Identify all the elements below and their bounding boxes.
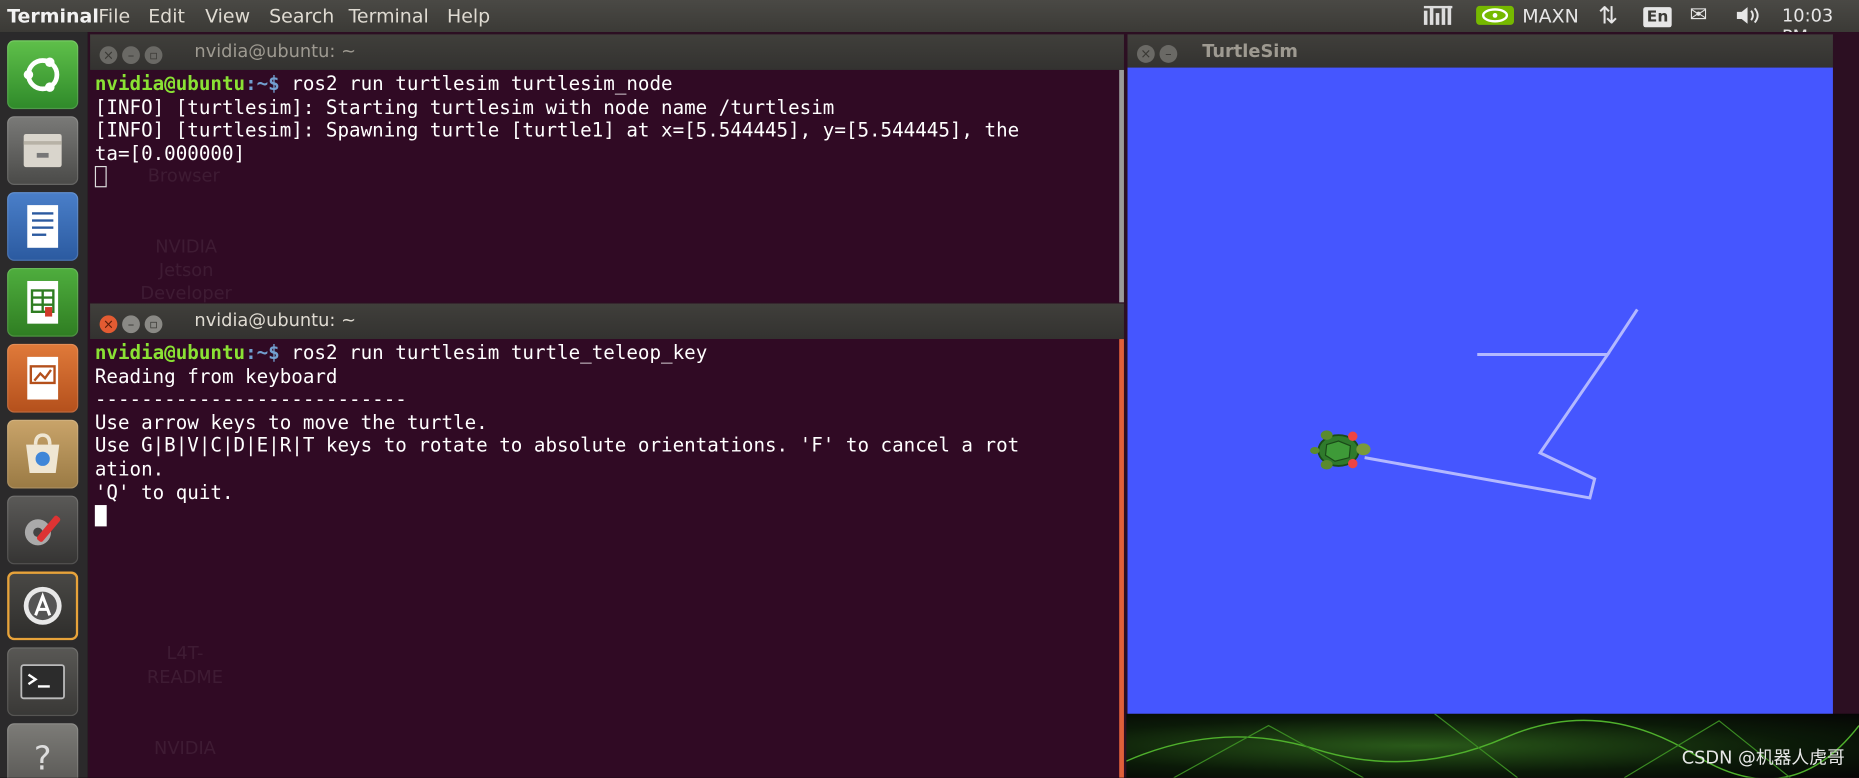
system-settings-icon[interactable] xyxy=(7,495,79,565)
desktop-ghost-label: NVIDIA Jetson Developer xyxy=(140,235,232,303)
terminal-window-bottom[interactable]: × – ▫ nvidia@ubuntu: ~ L4T-README NVIDIA nvi… xyxy=(90,303,1124,778)
nvidia-icon[interactable] xyxy=(1476,4,1514,32)
turtle-icon xyxy=(1310,430,1371,470)
software-center-icon[interactable] xyxy=(7,419,79,489)
impress-icon[interactable] xyxy=(7,343,79,413)
turtle-pen-trail xyxy=(1606,308,1639,356)
terminal-window-top[interactable]: × – ▫ nvidia@ubuntu: ~ Browser NVIDIA Jetso… xyxy=(90,34,1124,303)
menu-terminal[interactable]: Terminal xyxy=(349,5,429,28)
output-line: ta=[0.000000] xyxy=(94,142,246,165)
terminal-top-titlebar[interactable]: × – ▫ nvidia@ubuntu: ~ xyxy=(90,34,1124,70)
output-line: Use arrow keys to move the turtle. xyxy=(94,411,488,434)
power-mode-label[interactable]: MAXN xyxy=(1522,5,1579,28)
output-line: [INFO] [turtlesim]: Starting turtlesim w… xyxy=(94,95,835,119)
output-line: Use G|B|V|C|D|E|R|T keys to rotate to ab… xyxy=(94,434,1020,457)
calc-icon[interactable] xyxy=(7,267,79,337)
desktop-ghost-label: Browser xyxy=(147,164,220,187)
watermark: CSDN @机器人虎哥 xyxy=(1681,746,1845,769)
launcher: ? xyxy=(0,32,89,778)
turtlesim-canvas[interactable] xyxy=(1127,67,1833,714)
mail-icon[interactable]: ✉ xyxy=(1689,2,1707,27)
output-line: --------------------------- xyxy=(94,387,407,411)
svg-text:?: ? xyxy=(34,738,52,777)
command-text: ros2 run turtlesim turtlesim_node xyxy=(279,72,673,95)
output-line: 'Q' to quit. xyxy=(94,480,234,504)
output-line: [INFO] [turtlesim]: Spawning turtle [tur… xyxy=(94,118,1020,142)
top-panel: Terminal File Edit View Search Terminal … xyxy=(0,0,1859,47)
network-icon[interactable]: ⇅ xyxy=(1598,1,1618,29)
command-text: ros2 run turtlesim turtle_teleop_key xyxy=(279,341,708,364)
writer-icon[interactable] xyxy=(7,192,79,261)
maximize-icon[interactable]: ▫ xyxy=(144,46,163,65)
terminal-cursor xyxy=(94,505,107,527)
keyboard-layout[interactable]: En xyxy=(1643,4,1672,28)
menu-file[interactable]: File xyxy=(98,5,130,28)
desktop-ghost-label: NVIDIA xyxy=(154,737,216,759)
turtlesim-window[interactable]: × – TurtleSim xyxy=(1127,34,1833,714)
minimize-icon[interactable]: – xyxy=(122,315,140,334)
files-icon[interactable] xyxy=(7,116,79,185)
window-title: nvidia@ubuntu: ~ xyxy=(194,309,356,331)
window-title: TurtleSim xyxy=(1202,40,1298,62)
prompt-user: nvidia@ubuntu xyxy=(94,341,246,364)
volume-icon[interactable] xyxy=(1735,4,1766,32)
close-icon[interactable]: × xyxy=(99,315,118,334)
menu-search[interactable]: Search xyxy=(269,5,334,28)
output-line: ation. xyxy=(94,457,165,481)
desktop-ghost-label: L4T-README xyxy=(146,642,223,688)
menu-view[interactable]: View xyxy=(205,5,250,28)
maximize-icon[interactable]: ▫ xyxy=(144,315,163,334)
jetson-stats-icon[interactable] xyxy=(1423,4,1459,32)
prompt-user: nvidia@ubuntu xyxy=(94,72,246,95)
close-icon[interactable]: × xyxy=(99,46,118,65)
terminal-bottom-content[interactable]: L4T-README NVIDIA nvidia@ubuntu:~$ ros2 ru… xyxy=(90,339,1124,778)
minimize-icon[interactable]: – xyxy=(122,46,140,65)
turtlesim-titlebar[interactable]: × – TurtleSim xyxy=(1127,34,1833,68)
software-updater-icon[interactable] xyxy=(7,571,79,641)
close-icon[interactable]: × xyxy=(1136,45,1155,63)
menu-edit[interactable]: Edit xyxy=(148,5,185,28)
menu-help[interactable]: Help xyxy=(447,5,490,28)
app-name: Terminal xyxy=(7,4,99,28)
scrollbar[interactable] xyxy=(1119,339,1124,778)
terminal-top-content[interactable]: Browser NVIDIA Jetson Developer nvidia@ubu… xyxy=(90,69,1124,303)
help-icon[interactable]: ? xyxy=(7,723,79,778)
terminal-cursor xyxy=(94,166,107,188)
terminal-bottom-titlebar[interactable]: × – ▫ nvidia@ubuntu: ~ xyxy=(90,303,1124,340)
window-title: nvidia@ubuntu: ~ xyxy=(194,40,356,62)
scrollbar[interactable] xyxy=(1119,69,1124,303)
ubuntu-dash-icon[interactable] xyxy=(7,40,79,110)
turtle-pen-trail xyxy=(1364,353,1611,500)
terminal-icon[interactable] xyxy=(7,647,79,717)
output-line: Reading from keyboard xyxy=(94,364,338,388)
minimize-icon[interactable]: – xyxy=(1159,45,1178,63)
prompt-path: :~$ xyxy=(245,341,280,364)
prompt-path: :~$ xyxy=(245,72,280,95)
